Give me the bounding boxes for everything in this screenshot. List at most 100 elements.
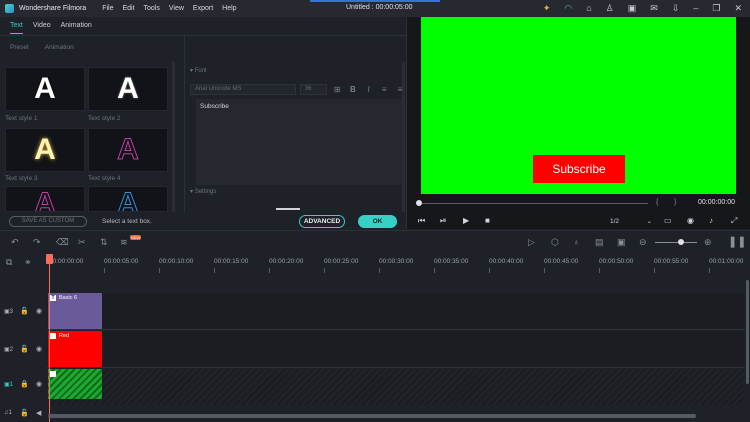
track-number: 2 [9,347,14,353]
render-icon[interactable]: ▷ [528,237,535,248]
hint-text: Select a text box. [102,218,152,225]
zoom-slider-knob[interactable] [678,239,684,245]
ok-button[interactable]: OK [358,215,397,228]
ruler-tick [214,268,215,273]
mark-in-icon[interactable]: { [656,199,658,206]
ruler-label: 00:01:00:00 [709,258,744,265]
pause-layout-icon[interactable]: ❚❚ [728,235,746,248]
zoom-in-icon[interactable]: ⊕ [704,237,712,248]
preview-scrubber[interactable] [418,203,648,204]
thumbs-scrollbar[interactable] [172,62,175,212]
bold-icon[interactable]: B [347,85,359,94]
menu-file[interactable]: File [102,5,113,12]
zoom-slider[interactable] [655,242,697,243]
eye-icon[interactable]: ◉ [36,345,42,353]
display-icon[interactable]: ▭ [664,216,672,225]
track-header: ▣3 🔓 ◉ [0,293,47,330]
voiceover-icon[interactable]: ▤ [595,237,604,248]
title-icons: ✦ ◠ ⌂ ♙ ▣ ✉ ⇩ – ❐ ✕ [543,2,742,14]
adjust-icon[interactable]: ⇅ [100,237,108,248]
mark-out-icon[interactable]: } [674,199,676,206]
menu-view[interactable]: View [169,5,184,12]
timeline-vertical-scrollbar[interactable] [746,280,749,384]
text-input[interactable]: Subscribe [196,99,404,185]
delete-icon[interactable]: ⌫ [56,237,69,248]
menu-edit[interactable]: Edit [122,5,134,12]
settings-slider[interactable] [276,208,300,210]
text-style-thumb[interactable]: A [88,186,168,212]
video-track-1[interactable] [0,369,745,406]
settings-section-header[interactable]: ▾ Settings [190,188,216,195]
lock-icon[interactable]: 🔓 [20,409,29,417]
text-style-thumb[interactable]: A [88,128,168,172]
advanced-button[interactable]: ADVANCED [299,215,345,228]
audio-wave-icon[interactable]: ≋ [120,237,128,248]
timeline-horizontal-scrollbar[interactable] [48,414,696,418]
subtab-preset[interactable]: Preset [10,44,29,51]
play-back-icon[interactable]: ⏯ [440,216,446,226]
green-clip[interactable] [48,369,102,399]
minimize-icon[interactable]: – [693,2,698,14]
font-size-select[interactable]: 36 [299,83,328,95]
tab-video[interactable]: Video [33,17,51,34]
microphone-icon[interactable]: ♁ [573,237,580,247]
music-icon: ♫1 [4,410,12,416]
playhead[interactable] [49,254,50,422]
font-section-header[interactable]: ▾ Font [190,67,207,74]
bulb-icon[interactable]: ✦ [543,2,551,14]
previous-frame-icon[interactable]: ⏮ [418,216,425,226]
speaker-icon[interactable]: ◀ [36,409,41,417]
font-style-icon[interactable]: ⊞ [331,85,343,94]
subscribe-text-overlay[interactable]: Subscribe [533,155,625,183]
text-style-thumb[interactable]: A [5,186,85,212]
font-family-select[interactable]: Arial Unicode MS [190,83,296,95]
scrubber-knob[interactable] [416,200,422,206]
download-icon[interactable]: ⇩ [672,2,680,14]
text-style-thumb[interactable]: A [88,67,168,111]
headset-icon[interactable]: ◠ [564,2,572,14]
menu-tools[interactable]: Tools [144,5,160,12]
color-clip[interactable]: Red [48,331,102,367]
settings-scrollbar[interactable] [402,62,405,212]
trash-icon[interactable]: ⌂ [586,2,591,14]
tab-animation[interactable]: Animation [61,17,92,34]
lock-icon[interactable]: 🔒 [20,380,29,388]
restore-icon[interactable]: ❐ [712,2,720,14]
eye-icon[interactable]: ◉ [36,307,42,315]
playback-ratio-select[interactable]: 1/2 ⌄ [610,216,652,227]
eye-icon[interactable]: ◉ [36,380,42,388]
video-track-2[interactable] [0,331,745,368]
text-style-thumb[interactable]: A [5,128,85,172]
mail-icon[interactable]: ✉ [650,2,658,14]
user-icon[interactable]: ♙ [606,2,614,14]
redo-icon[interactable]: ↷ [33,237,41,248]
play-icon[interactable]: ▶ [463,216,469,225]
snapshot-icon[interactable]: ◉ [687,216,694,225]
subtitle-icon[interactable]: ▣ [617,237,626,248]
playhead-handle[interactable] [46,254,53,264]
cut-icon[interactable]: ✂ [78,237,86,248]
zoom-out-icon[interactable]: ⊖ [639,237,647,248]
italic-icon[interactable]: I [363,85,375,94]
close-icon[interactable]: ✕ [734,2,742,14]
fullscreen-icon[interactable]: ⤢ [731,216,737,226]
menu-export[interactable]: Export [193,5,213,12]
volume-icon[interactable]: ♪ [709,216,713,225]
text-clip[interactable]: T Basic 6 [48,293,102,329]
save-as-custom-button[interactable]: SAVE AS CUSTOM [9,216,87,227]
menu-help[interactable]: Help [222,5,236,12]
track-number: 1 [9,382,14,388]
align-icon[interactable]: ≡ [379,85,391,94]
lock-icon[interactable]: 🔓 [20,307,29,315]
marker-icon[interactable]: ⬡ [551,237,559,248]
video-track-3[interactable] [0,293,745,330]
text-style-thumb[interactable]: A [5,67,85,111]
save-icon[interactable]: ▣ [628,2,637,14]
stop-icon[interactable]: ■ [485,216,490,225]
undo-icon[interactable]: ↶ [11,237,19,248]
panel-divider[interactable] [406,17,407,229]
ruler-tick [104,268,105,273]
subtab-animation[interactable]: Animation [45,44,74,51]
tab-text[interactable]: Text [10,17,23,34]
lock-icon[interactable]: 🔓 [20,345,29,353]
